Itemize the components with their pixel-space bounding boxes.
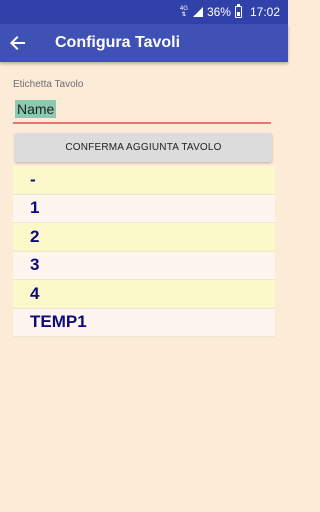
network-indicator: 4G ⇅ [180,6,188,18]
table-row[interactable]: 1 [13,194,275,223]
arrow-back-icon[interactable] [0,24,38,62]
table-label-caption: Etichetta Tavolo [13,79,84,90]
table-list: - 1 2 3 4 TEMP1 [13,166,275,337]
battery-percent: 36% [206,5,231,19]
signal-icon [192,7,203,17]
table-row[interactable]: 3 [13,251,275,280]
confirm-add-table-button[interactable]: CONFERMA AGGIUNTA TAVOLO [15,133,272,162]
network-arrows-icon: ⇅ [181,12,187,18]
name-placeholder-text: Name [15,100,57,118]
table-row[interactable]: 2 [13,223,275,252]
status-bar: 4G ⇅ 36% 17:02 [0,0,288,24]
page-title: Configura Tavoli [55,34,181,51]
battery-icon [234,4,242,18]
table-row[interactable]: TEMP1 [13,308,275,337]
table-row[interactable]: - [13,166,275,195]
clock: 17:02 [249,5,280,19]
table-row[interactable]: 4 [13,280,275,309]
toolbar: Configura Tavoli [0,24,288,62]
